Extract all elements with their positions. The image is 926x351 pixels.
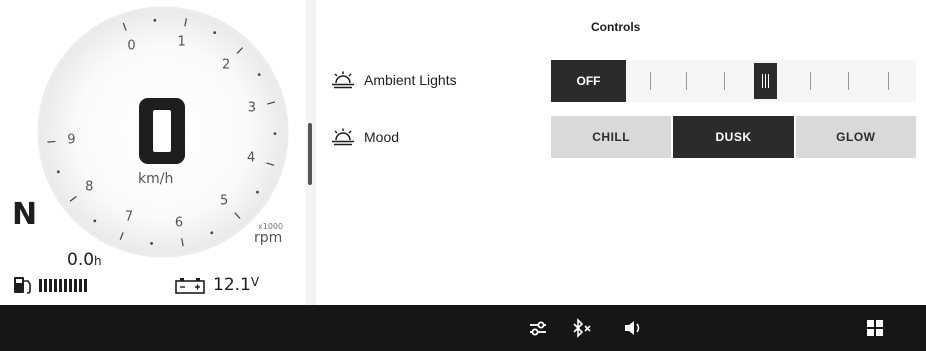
ambient-lights-label: Ambient Lights [364,72,457,88]
fuel-level-bar [54,279,57,292]
page-title: Controls [591,20,641,34]
mood-light-icon [332,128,354,146]
slider-notch [686,72,687,90]
battery-icon [175,278,205,294]
mood-label: Mood [364,129,400,145]
mood-option-dusk[interactable]: DUSK [673,116,794,158]
mood-option-chill[interactable]: CHILL [551,116,672,158]
rpm-tick-label: 5 [220,193,229,209]
trip-value: 0.0 [67,250,95,270]
bluetooth-off-icon[interactable] [571,317,593,339]
rpm-unit-label: rpm [254,230,283,246]
slider-notch [650,72,651,90]
fuel-level-bar [79,279,82,292]
ambient-lights-slider-thumb[interactable] [754,63,777,99]
fuel-level-bar [84,279,87,292]
ambient-lights-slider[interactable]: OFF [551,60,916,102]
gear-indicator: N [12,197,38,232]
fuel-pump-icon [14,277,31,294]
settings-sliders-icon[interactable] [527,317,549,339]
rpm-tick-label: 2 [221,57,231,73]
slider-notch [888,72,889,90]
fuel-level-bar [64,279,67,292]
mood-segmented-control: CHILL DUSK GLOW [551,116,916,158]
rpm-minor-tick [153,18,157,22]
fuel-level-bar [49,279,52,292]
rpm-minor-tick [210,231,214,235]
ambient-lights-row-label: Ambient Lights [330,71,457,89]
rpm-minor-tick [256,190,259,194]
slider-notch [724,72,725,90]
rpm-tick-label: 3 [247,100,256,116]
rpm-minor-tick [150,242,154,245]
rpm-tick-label: 8 [85,179,94,195]
fuel-level-bar [44,279,47,292]
bottom-navigation-bar [0,305,926,351]
slider-notch [848,72,849,90]
rpm-tick-mark [47,140,56,143]
instrument-cluster: 0123456789 0 km/h x1000 rpm N 0.0h 12.1V [0,0,306,305]
rpm-minor-tick [273,132,277,136]
ambient-lights-off-button[interactable]: OFF [551,60,626,102]
voltage-readout: 12.1V [213,275,259,295]
speed-unit-label: km/h [138,171,174,187]
trip-unit: h [94,254,102,268]
slider-notch [810,72,811,90]
fuel-level-bar [69,279,72,292]
rpm-tick-label: 9 [67,132,76,148]
trip-readout: 0.0h [67,250,102,270]
fuel-level-gauge [39,279,87,292]
rpm-tick-label: 1 [177,34,186,50]
ambient-light-icon [332,71,354,89]
volume-icon[interactable] [622,317,644,339]
mood-row-label: Mood [330,128,399,146]
rpm-minor-tick [257,73,261,76]
fuel-level-bar [74,279,77,292]
rpm-tick-label: 0 [127,38,136,54]
rpm-tick-label: 6 [174,215,184,231]
rpm-minor-tick [56,170,60,174]
apps-grid-icon[interactable] [864,317,886,339]
controls-panel: Controls Ambient Lights OFF Mood CHILL D… [316,0,926,305]
mood-option-glow[interactable]: GLOW [795,116,916,158]
fuel-level-bar [39,279,42,292]
rpm-minor-tick [93,219,97,223]
fuel-level-bar [59,279,62,292]
speed-digit-graphic [139,98,185,164]
voltage-unit: V [250,275,260,289]
rpm-tick-label: 7 [124,209,134,225]
rpm-minor-tick [213,31,217,35]
scrollbar-handle[interactable] [308,123,312,185]
rpm-tick-label: 4 [246,150,256,166]
voltage-value: 12.1 [213,275,251,295]
